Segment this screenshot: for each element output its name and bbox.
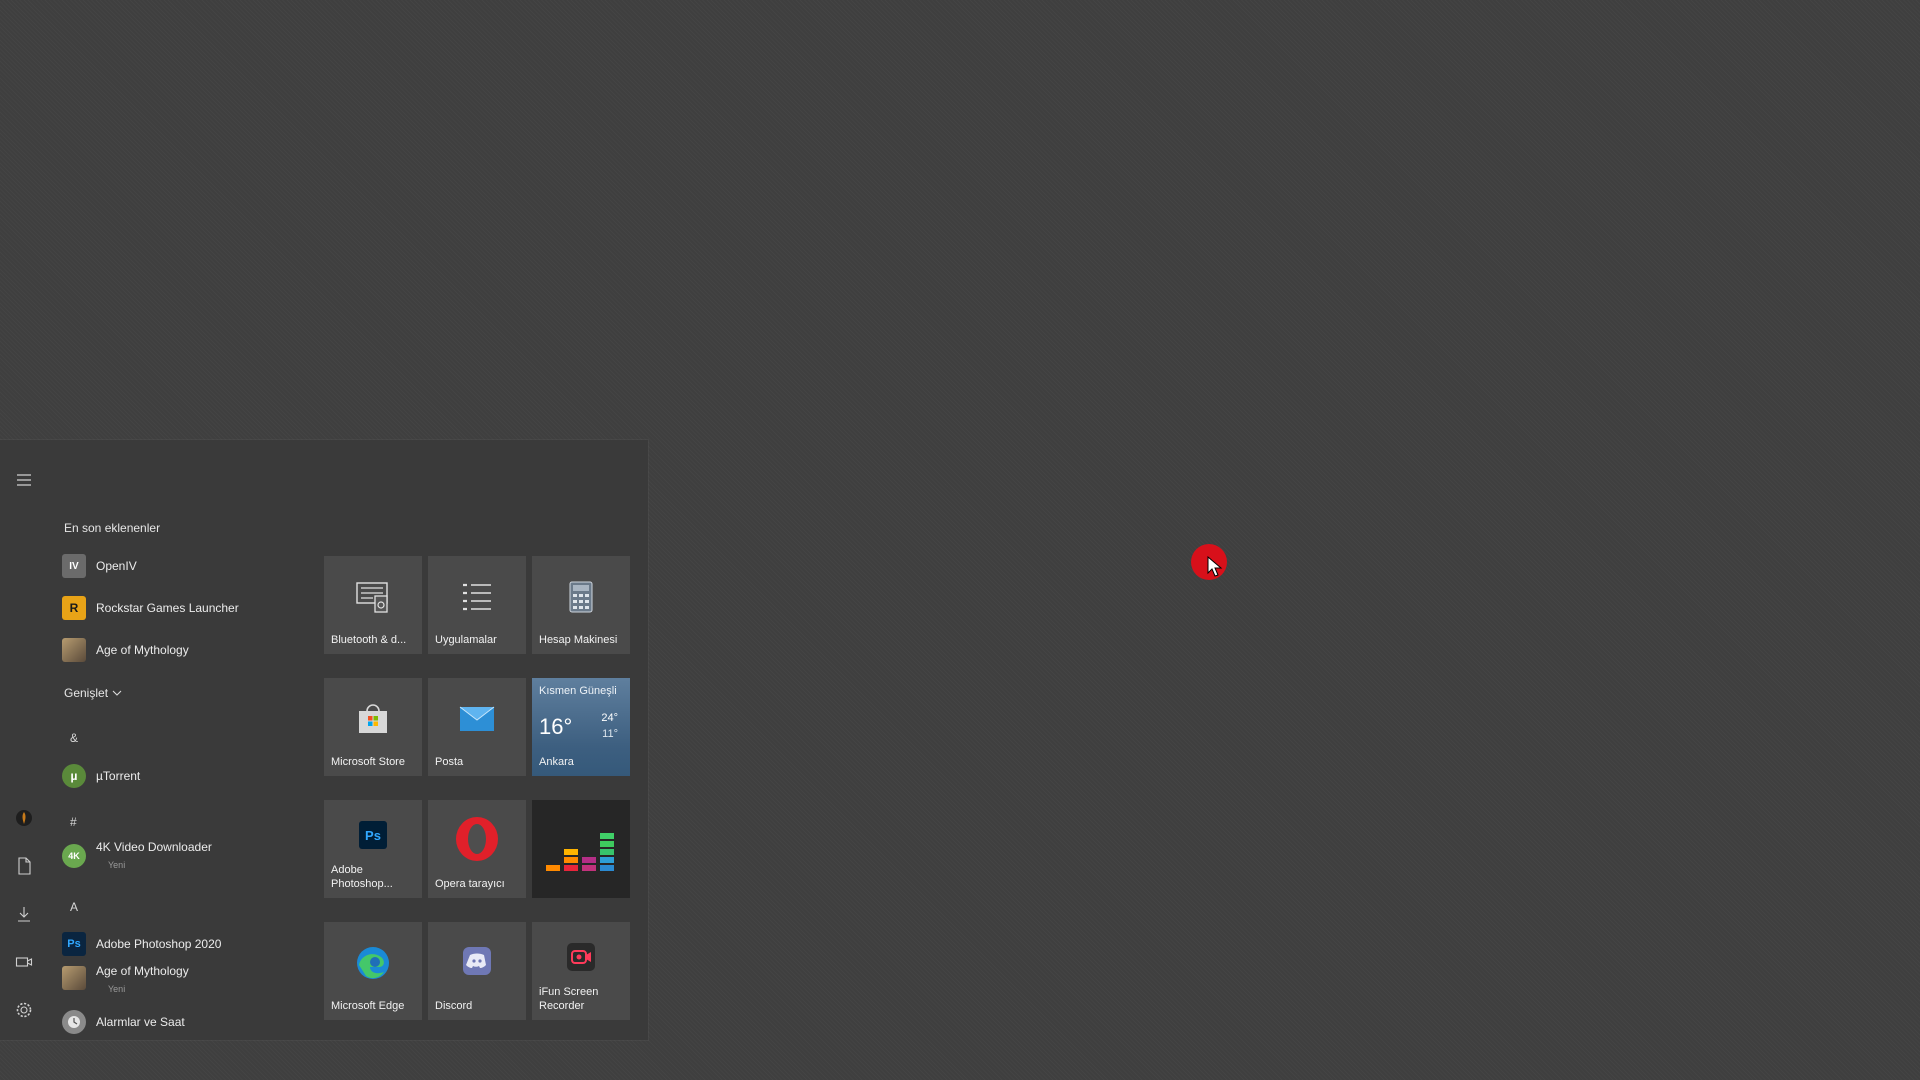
weather-city: Ankara xyxy=(539,756,574,768)
discord-icon xyxy=(462,946,492,976)
svg-text:Ps: Ps xyxy=(365,828,381,843)
list-item-photoshop[interactable]: Ps Adobe Photoshop 2020 xyxy=(62,926,312,962)
hamburger-menu-icon[interactable] xyxy=(8,464,40,496)
downloads-icon[interactable] xyxy=(8,898,40,930)
documents-icon[interactable] xyxy=(8,850,40,882)
list-item-alarms-clock[interactable]: Alarmlar ve Saat xyxy=(62,1004,312,1040)
mail-icon xyxy=(459,706,495,732)
app-label: µTorrent xyxy=(96,769,141,783)
store-icon xyxy=(356,703,390,735)
tile-mail[interactable]: Posta xyxy=(428,678,526,776)
list-item-utorrent[interactable]: µ µTorrent xyxy=(62,758,312,794)
tile-label: Adobe Photoshop... xyxy=(331,864,393,890)
weather-temperature: 16° xyxy=(539,714,573,739)
alarm-clock-icon xyxy=(62,1010,86,1034)
recent-header: En son eklenenler xyxy=(64,521,161,535)
tile-microsoft-store[interactable]: Microsoft Store xyxy=(324,678,422,776)
tile-label: Microsoft Store xyxy=(331,756,405,768)
tile-calculator[interactable]: Hesap Makinesi xyxy=(532,556,630,654)
chevron-down-icon xyxy=(112,690,122,696)
bluetooth-devices-icon xyxy=(355,580,391,614)
tile-label: Hesap Makinesi xyxy=(539,634,618,646)
tiles-area: Bluetooth & d... Uygulamalar Hesap Makin… xyxy=(324,556,634,1036)
weather-low: 11° xyxy=(602,728,618,740)
settings-gear-icon[interactable] xyxy=(8,994,40,1026)
tile-label: Opera tarayıcı xyxy=(435,878,505,890)
start-rail xyxy=(0,440,48,1040)
openiv-icon: IV xyxy=(62,554,86,578)
list-item-openiv[interactable]: IV OpenIV xyxy=(62,548,312,584)
app-label: Age of Mythology xyxy=(96,964,189,978)
list-item-age-of-mythology-2[interactable]: Age of Mythology Yeni xyxy=(62,960,312,1008)
calculator-icon xyxy=(569,581,593,613)
tile-discord[interactable]: Discord xyxy=(428,922,526,1020)
tile-deezer[interactable] xyxy=(532,800,630,898)
expand-label: Genişlet xyxy=(64,686,109,700)
tile-label: Uygulamalar xyxy=(435,634,497,646)
apps-list-icon xyxy=(460,581,494,613)
tile-bluetooth-devices[interactable]: Bluetooth & d... xyxy=(324,556,422,654)
weather-high: 24° xyxy=(601,712,618,724)
section-header-a[interactable]: A xyxy=(70,900,78,914)
age-of-mythology-icon xyxy=(62,638,86,662)
app-label: Adobe Photoshop 2020 xyxy=(96,937,222,951)
deezer-icon xyxy=(546,825,616,873)
4k-video-downloader-icon: 4K xyxy=(62,844,86,868)
utorrent-icon: µ xyxy=(62,764,86,788)
tile-photoshop[interactable]: Ps Adobe Photoshop... xyxy=(324,800,422,898)
tile-label: Discord xyxy=(435,1000,473,1012)
app-label: Alarmlar ve Saat xyxy=(96,1015,185,1029)
tile-ifun-screen-recorder[interactable]: iFun Screen Recorder xyxy=(532,922,630,1020)
app-label: 4K Video Downloader xyxy=(96,840,212,854)
mouse-pointer-icon xyxy=(1207,556,1223,577)
user-avatar[interactable] xyxy=(8,802,40,834)
rockstar-icon: R xyxy=(62,596,86,620)
weather-condition: Kısmen Güneşli xyxy=(539,685,617,697)
photoshop-icon: Ps xyxy=(62,932,86,956)
tile-microsoft-edge[interactable]: Microsoft Edge xyxy=(324,922,422,1020)
age-of-mythology-icon xyxy=(62,966,86,990)
list-item-4k-video-downloader[interactable]: 4K 4K Video Downloader Yeni xyxy=(62,836,312,884)
app-list: En son eklenenler IV OpenIV R Rockstar G… xyxy=(50,440,320,1040)
tile-label: Posta xyxy=(435,756,464,768)
new-badge: Yeni xyxy=(108,984,126,994)
section-header-hash[interactable]: # xyxy=(70,815,77,829)
expand-button[interactable]: Genişlet xyxy=(64,686,122,700)
videos-icon[interactable] xyxy=(8,946,40,978)
list-item-age-of-mythology[interactable]: Age of Mythology xyxy=(62,632,312,668)
tile-opera[interactable]: Opera tarayıcı xyxy=(428,800,526,898)
app-label: Age of Mythology xyxy=(96,643,189,657)
tile-label: Bluetooth & d... xyxy=(331,634,407,646)
edge-icon xyxy=(355,945,391,981)
start-menu: En son eklenenler IV OpenIV R Rockstar G… xyxy=(0,440,648,1040)
opera-icon xyxy=(454,816,500,862)
new-badge: Yeni xyxy=(108,860,126,870)
tile-label: Microsoft Edge xyxy=(331,1000,405,1012)
list-item-rockstar[interactable]: R Rockstar Games Launcher xyxy=(62,590,312,626)
app-label: OpenIV xyxy=(96,559,137,573)
screen-recorder-icon xyxy=(566,942,596,972)
tile-weather[interactable]: Kısmen Güneşli 16° 24° 11° Ankara xyxy=(532,678,630,776)
tile-label: iFun Screen Recorder xyxy=(539,986,599,1012)
section-header-ampersand[interactable]: & xyxy=(70,731,78,745)
photoshop-icon: Ps xyxy=(359,821,387,850)
tile-apps[interactable]: Uygulamalar xyxy=(428,556,526,654)
app-label: Rockstar Games Launcher xyxy=(96,601,239,615)
